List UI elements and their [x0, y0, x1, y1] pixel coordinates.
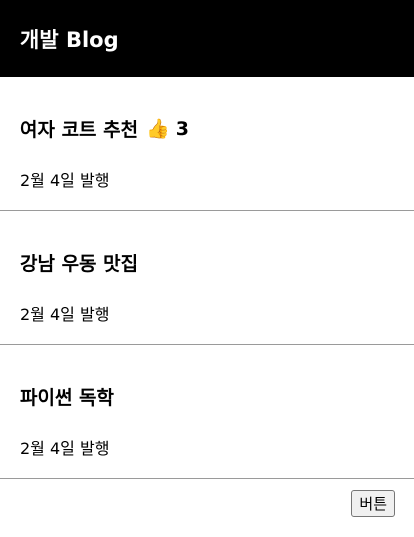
- post-date: 2월 4일 발행: [20, 439, 110, 458]
- like-button[interactable]: 👍 3: [146, 117, 190, 141]
- post-title: 여자 코트 추천 👍 3: [20, 117, 190, 142]
- post-date: 2월 4일 발행: [20, 305, 110, 324]
- post-title: 파이썬 독학: [20, 387, 115, 409]
- list-item[interactable]: 강남 우동 맛집 2월 4일 발행: [0, 211, 414, 345]
- post-title: 강남 우동 맛집: [20, 253, 139, 275]
- thumbs-up-icon: 👍: [146, 118, 170, 140]
- like-count: 3: [175, 117, 190, 140]
- action-button[interactable]: 버튼: [351, 490, 395, 517]
- blog-title: 개발 Blog: [20, 27, 119, 52]
- post-date: 2월 4일 발행: [20, 171, 110, 190]
- list-item[interactable]: 여자 코트 추천 👍 3 2월 4일 발행: [0, 77, 414, 211]
- post-list: 여자 코트 추천 👍 3 2월 4일 발행 강남 우동 맛집 2월 4일 발행 …: [0, 77, 414, 479]
- footer: 버튼: [0, 479, 414, 535]
- top-nav: 개발 Blog: [0, 0, 414, 77]
- list-item[interactable]: 파이썬 독학 2월 4일 발행: [0, 345, 414, 479]
